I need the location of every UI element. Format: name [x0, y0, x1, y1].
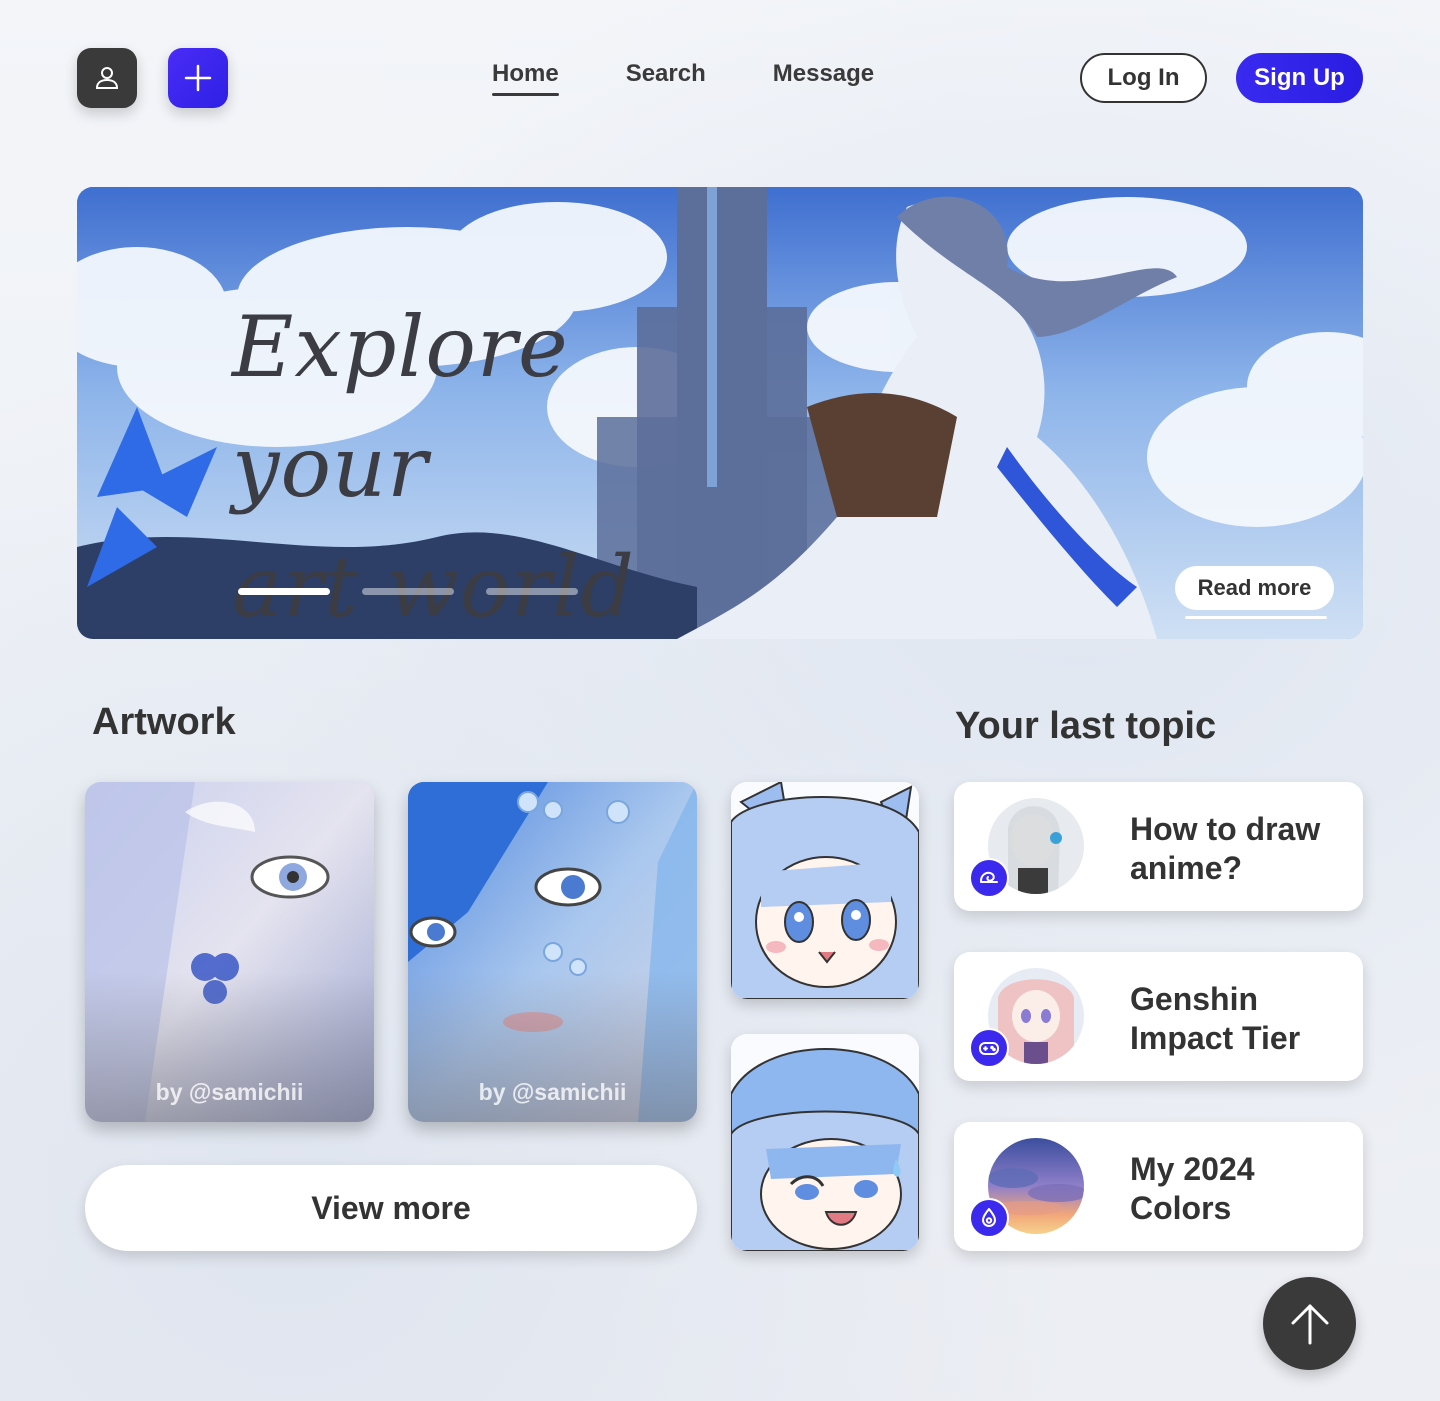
read-more-button[interactable]: Read more: [1175, 566, 1334, 610]
hero-banner[interactable]: Explore your art world Read more: [77, 187, 1363, 639]
carousel-dot-3[interactable]: [486, 588, 578, 595]
droplet-icon: [982, 1208, 996, 1227]
profile-button[interactable]: [77, 48, 137, 108]
topic-card[interactable]: Genshin Impact Tier: [954, 952, 1363, 1081]
carousel-indicators: [238, 588, 578, 595]
scroll-top-button[interactable]: [1263, 1277, 1356, 1370]
topic-label: Genshin Impact Tier: [1130, 981, 1301, 1056]
read-more-underline: [1185, 616, 1327, 619]
nav-home[interactable]: Home: [492, 60, 559, 96]
topic-card[interactable]: My 2024 Colors: [954, 1122, 1363, 1251]
artwork-section-title: Artwork: [92, 701, 236, 743]
hero-title-line2: art world: [232, 538, 635, 636]
main-nav: Home Search Message: [492, 60, 874, 96]
view-more-button[interactable]: View more: [85, 1165, 697, 1251]
topic-badge: [969, 1028, 1009, 1068]
topic-badge: [969, 858, 1009, 898]
sticker-card[interactable]: [731, 1034, 919, 1251]
carousel-dot-2[interactable]: [362, 588, 454, 595]
nav-search[interactable]: Search: [626, 60, 706, 96]
arrow-up-icon: [1291, 1304, 1328, 1344]
sticker-image: [731, 782, 919, 999]
topics-section-title: Your last topic: [955, 705, 1217, 747]
artwork-caption: by @samichii: [155, 1079, 304, 1105]
hero-title-line1: Explore your: [232, 298, 569, 516]
sticker-card[interactable]: [731, 782, 919, 999]
signup-button[interactable]: Sign Up: [1236, 53, 1363, 103]
topic-label: My 2024 Colors: [1130, 1151, 1255, 1226]
artwork-card[interactable]: by @samichii: [408, 782, 697, 1122]
sticker-image: [731, 1034, 919, 1251]
user-icon: [95, 67, 119, 89]
snail-icon: [980, 871, 998, 883]
topic-label: How to draw anime?: [1130, 811, 1321, 886]
artwork-caption: by @samichii: [478, 1079, 627, 1105]
plus-icon: [184, 64, 212, 92]
login-button[interactable]: Log In: [1080, 53, 1207, 103]
nav-message[interactable]: Message: [773, 60, 874, 96]
artwork-card[interactable]: by @samichii: [85, 782, 374, 1122]
hero-title: Explore your art world: [232, 287, 792, 639]
topic-badge: [969, 1198, 1009, 1238]
topic-card[interactable]: How to draw anime?: [954, 782, 1363, 911]
carousel-dot-1[interactable]: [238, 588, 330, 595]
add-button[interactable]: [168, 48, 228, 108]
gamepad-icon: [979, 1042, 999, 1055]
